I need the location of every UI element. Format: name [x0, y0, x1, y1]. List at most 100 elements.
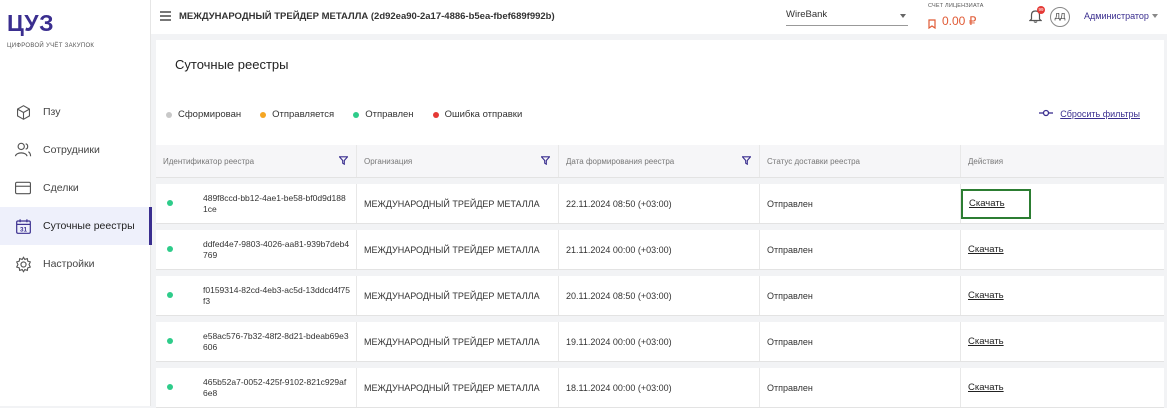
- chevron-down-icon[interactable]: [1152, 14, 1158, 18]
- legend-item-sent: Отправлен: [353, 109, 414, 120]
- sidebar-item-daily-registries[interactable]: 31 Суточные реестры: [0, 207, 152, 245]
- column-header-status: Статус доставки реестра: [760, 145, 961, 177]
- user-name[interactable]: Администратор: [1084, 11, 1149, 21]
- download-link[interactable]: Скачать: [968, 244, 1004, 255]
- sidebar-item-label: Сотрудники: [43, 144, 100, 156]
- filter-icon[interactable]: [338, 156, 349, 167]
- cell-actions: Скачать: [961, 184, 1164, 223]
- users-icon: [13, 140, 33, 160]
- status-dot-icon: [167, 337, 173, 344]
- menu-icon[interactable]: [160, 11, 171, 21]
- chevron-down-icon: [900, 14, 906, 18]
- cell-organization: МЕЖДУНАРОДНЫЙ ТРЕЙДЕР МЕТАЛЛА: [357, 276, 559, 315]
- main-content: Суточные реестры Сформирован Отправляетс…: [156, 40, 1164, 408]
- column-header-label: Статус доставки реестра: [767, 156, 861, 166]
- sidebar-item-label: Сделки: [43, 182, 79, 194]
- account-balance: 0.00 ₽: [942, 14, 977, 28]
- cell-status: Отправлен: [760, 230, 961, 269]
- cell-actions: Скачать: [961, 322, 1164, 361]
- bank-select[interactable]: WireBank: [786, 6, 908, 26]
- status-dot-icon: [167, 291, 173, 298]
- delivery-status: Отправлен: [767, 382, 813, 393]
- column-header-id: Идентификатор реестра: [156, 145, 357, 177]
- table-header: Идентификатор реестра Организация Дата ф…: [156, 145, 1164, 178]
- cell-date: 22.11.2024 08:50 (+03:00): [559, 184, 760, 223]
- cell-organization: МЕЖДУНАРОДНЫЙ ТРЕЙДЕР МЕТАЛЛА: [357, 184, 559, 223]
- sidebar: ЦУЗ ЦИФРОВОЙ УЧЁТ ЗАКУПОК Пзу Сотрудники…: [0, 0, 152, 406]
- legend-item-formed: Сформирован: [166, 109, 241, 120]
- notification-badge: 99: [1037, 6, 1045, 14]
- reset-filters-button[interactable]: Сбросить фильтры: [1039, 109, 1140, 119]
- cell-status: Отправлен: [760, 276, 961, 315]
- gear-icon: [13, 254, 33, 274]
- organization-name: МЕЖДУНАРОДНЫЙ ТРЕЙДЕР МЕТАЛЛА: [364, 336, 540, 347]
- sidebar-item-label: Настройки: [43, 258, 95, 270]
- sidebar-item-deals[interactable]: Сделки: [0, 169, 151, 207]
- status-dot-icon: [167, 383, 173, 390]
- sidebar-nav: Пзу Сотрудники Сделки 31 Суточные реестр…: [0, 93, 152, 283]
- avatar[interactable]: ДД: [1050, 7, 1070, 27]
- page-title: Суточные реестры: [175, 57, 289, 72]
- cell-date: 19.11.2024 00:00 (+03:00): [559, 322, 760, 361]
- registry-id: ddfed4e7-9803-4026-aa81-939b7deb4769: [203, 238, 350, 260]
- legend-label: Отправлен: [365, 109, 414, 120]
- cell-date: 20.11.2024 08:50 (+03:00): [559, 276, 760, 315]
- column-header-actions: Действия: [961, 145, 1164, 177]
- registry-id: 465b52a7-0052-425f-9102-821c929af6e8: [203, 376, 347, 398]
- cell-organization: МЕЖДУНАРОДНЫЙ ТРЕЙДЕР МЕТАЛЛА: [357, 322, 559, 361]
- filter-slider-icon: [1039, 109, 1054, 119]
- filter-icon[interactable]: [741, 156, 752, 167]
- column-header-label: Дата формирования реестра: [566, 156, 675, 166]
- column-header-label: Организация: [364, 156, 413, 166]
- sidebar-item-settings[interactable]: Настройки: [0, 245, 151, 283]
- cell-actions: Скачать: [961, 230, 1164, 269]
- filter-icon[interactable]: [540, 156, 551, 167]
- card-icon: [13, 178, 33, 198]
- download-link[interactable]: Скачать: [961, 188, 1031, 219]
- organization-name: МЕЖДУНАРОДНЫЙ ТРЕЙДЕР МЕТАЛЛА: [364, 198, 540, 209]
- registry-date: 20.11.2024 08:50 (+03:00): [566, 290, 672, 301]
- download-link[interactable]: Скачать: [968, 382, 1004, 393]
- app-subtitle: ЦИФРОВОЙ УЧЁТ ЗАКУПОК: [7, 43, 95, 49]
- cell-actions: Скачать: [961, 276, 1164, 315]
- delivery-status: Отправлен: [767, 198, 813, 209]
- flag-icon: [928, 16, 936, 34]
- registry-date: 19.11.2024 00:00 (+03:00): [566, 336, 672, 347]
- table-row: ddfed4e7-9803-4026-aa81-939b7deb4769 МЕЖ…: [156, 224, 1164, 270]
- status-dot-icon: [166, 111, 172, 118]
- column-header-label: Действия: [968, 156, 1004, 166]
- cell-id: e58ac576-7b32-48f2-8d21-bdeab69e3606: [156, 322, 357, 361]
- registry-date: 22.11.2024 08:50 (+03:00): [566, 198, 672, 209]
- bank-select-value: WireBank: [786, 9, 828, 20]
- download-link[interactable]: Скачать: [968, 290, 1004, 301]
- status-dot-icon: [353, 111, 360, 118]
- organization-name: МЕЖДУНАРОДНЫЙ ТРЕЙДЕР МЕТАЛЛА: [364, 244, 540, 255]
- registry-id: 489f8ccd-bb12-4ae1-be58-bf0d9d1881ce: [203, 192, 346, 214]
- account-label: СЧЕТ ЛИЦЕНЗИАТА: [928, 3, 984, 9]
- cell-id: 465b52a7-0052-425f-9102-821c929af6e8: [156, 368, 357, 407]
- cell-id: f0159314-82cd-4eb3-ac5d-13ddcd4f75f3: [156, 276, 357, 315]
- app-logo[interactable]: ЦУЗ: [7, 10, 54, 37]
- cell-status: Отправлен: [760, 322, 961, 361]
- download-link[interactable]: Скачать: [968, 336, 1004, 347]
- cell-date: 18.11.2024 00:00 (+03:00): [559, 368, 760, 407]
- cell-actions: Скачать: [961, 368, 1164, 407]
- table-row: 489f8ccd-bb12-4ae1-be58-bf0d9d1881ce МЕЖ…: [156, 178, 1164, 224]
- sidebar-item-pzu[interactable]: Пзу: [0, 93, 151, 131]
- sidebar-item-label: Суточные реестры: [43, 220, 135, 232]
- table-row: 465b52a7-0052-425f-9102-821c929af6e8 МЕЖ…: [156, 362, 1164, 408]
- delivery-status: Отправлен: [767, 244, 813, 255]
- cell-status: Отправлен: [760, 184, 961, 223]
- reset-filters-label: Сбросить фильтры: [1060, 109, 1140, 119]
- status-dot-icon: [260, 111, 267, 118]
- legend-item-sending: Отправляется: [260, 109, 334, 120]
- legend-label: Отправляется: [272, 109, 335, 120]
- organization-title: МЕЖДУНАРОДНЫЙ ТРЕЙДЕР МЕТАЛЛА (2d92ea90-…: [179, 11, 555, 22]
- status-dot-icon: [167, 199, 173, 206]
- top-bar: МЕЖДУНАРОДНЫЙ ТРЕЙДЕР МЕТАЛЛА (2d92ea90-…: [151, 0, 1167, 34]
- registry-date: 21.11.2024 00:00 (+03:00): [566, 244, 672, 255]
- table-row: f0159314-82cd-4eb3-ac5d-13ddcd4f75f3 МЕЖ…: [156, 270, 1164, 316]
- calendar-icon: 31: [13, 216, 33, 236]
- sidebar-item-employees[interactable]: Сотрудники: [0, 131, 151, 169]
- legend-label: Сформирован: [178, 109, 242, 120]
